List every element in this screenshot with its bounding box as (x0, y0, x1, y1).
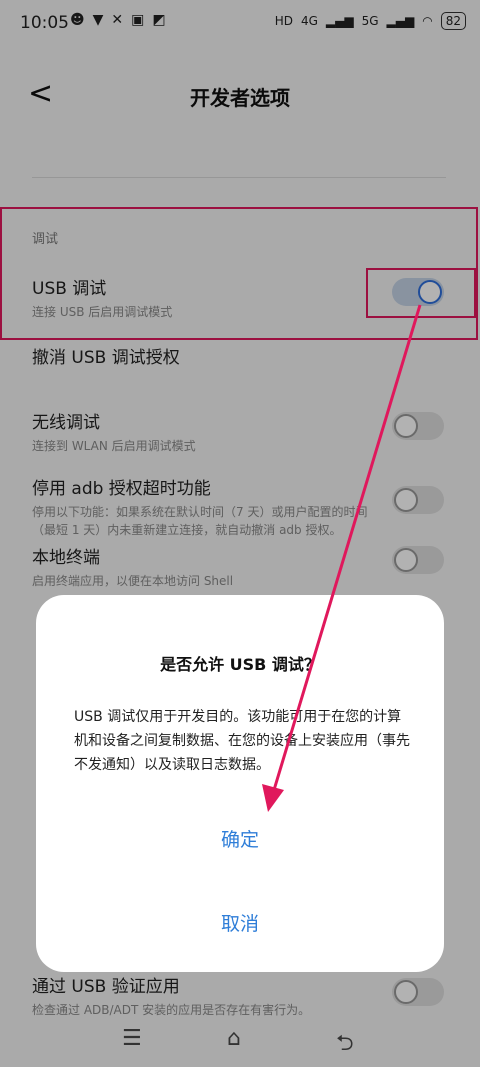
usb-debug-dialog: 是否允许 USB 调试？ USB 调试仅用于开发目的。该功能可用于在您的计算机和… (36, 595, 444, 972)
dialog-message: USB 调试仅用于开发目的。该功能可用于在您的计算机和设备之间复制数据、在您的设… (74, 709, 410, 773)
dialog-title: 是否允许 USB 调试？ (160, 655, 320, 674)
menu-icon[interactable]: ☰ (122, 1026, 142, 1051)
cancel-button[interactable]: 取消 (36, 909, 444, 936)
confirm-button[interactable]: 确定 (36, 825, 444, 852)
navigation-bar: ☰ ⌂ ⮌ (0, 1010, 480, 1067)
back-nav-icon[interactable]: ⮌ (336, 1026, 354, 1064)
home-icon[interactable]: ⌂ (227, 1026, 241, 1051)
